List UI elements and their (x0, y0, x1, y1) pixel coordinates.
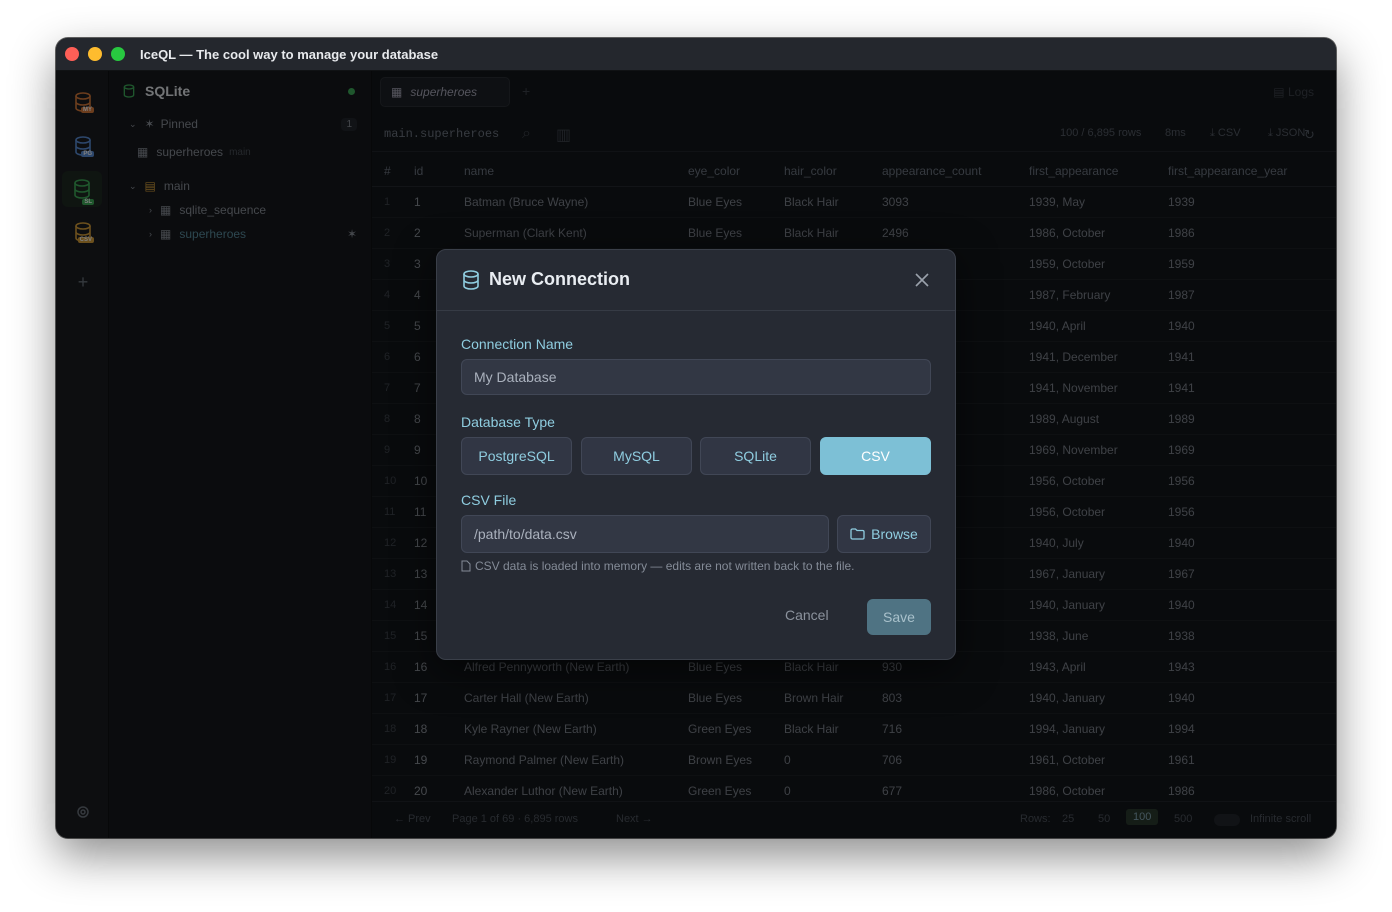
csv-note: CSV data is loaded into memory — edits a… (461, 559, 855, 573)
database-icon (463, 270, 479, 290)
type-sqlite-button[interactable]: SQLite (700, 437, 811, 475)
csv-note-text: CSV data is loaded into memory — edits a… (475, 559, 855, 573)
csv-file-label: CSV File (461, 492, 517, 508)
window-title: IceQL — The cool way to manage your data… (140, 47, 439, 62)
zoom-window-button[interactable] (111, 47, 125, 61)
save-button[interactable]: Save (867, 599, 931, 635)
type-mysql-button[interactable]: MySQL (581, 437, 692, 475)
close-window-button[interactable] (65, 47, 79, 61)
connection-name-placeholder: My Database (474, 369, 557, 385)
browse-label: Browse (871, 526, 918, 542)
folder-icon (850, 528, 865, 540)
app-window: IceQL — The cool way to manage your data… (56, 38, 1336, 838)
connection-name-label: Connection Name (461, 336, 574, 352)
dialog-title: New Connection (489, 269, 631, 289)
dialog-header: New Connection (437, 250, 955, 311)
type-csv-button[interactable]: CSV (820, 437, 931, 475)
browse-button[interactable]: Browse (837, 515, 931, 553)
database-type-label: Database Type (461, 414, 555, 430)
close-icon[interactable] (915, 273, 929, 287)
type-postgresql-button[interactable]: PostgreSQL (461, 437, 572, 475)
file-icon (461, 560, 471, 572)
new-connection-dialog: New Connection Connection Name My Databa… (436, 249, 956, 660)
title-bar: IceQL — The cool way to manage your data… (56, 38, 1336, 71)
cancel-button[interactable]: Cancel (785, 607, 829, 623)
csv-file-path-input[interactable]: /path/to/data.csv (461, 515, 829, 553)
csv-file-placeholder: /path/to/data.csv (474, 526, 577, 542)
minimize-window-button[interactable] (88, 47, 102, 61)
connection-name-input[interactable]: My Database (461, 359, 931, 395)
